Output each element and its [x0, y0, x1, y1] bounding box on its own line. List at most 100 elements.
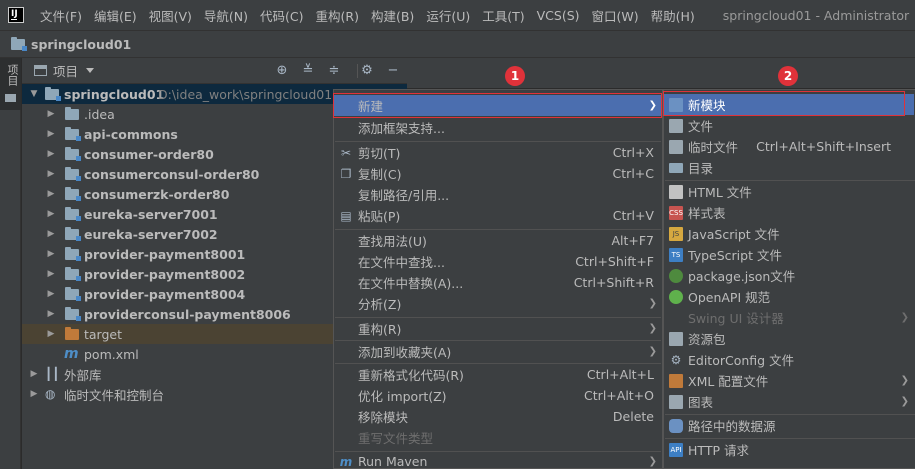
chevron-down-icon[interactable]: ▼ [29, 89, 39, 99]
menu-item-xml-config[interactable]: XML 配置文件 ❯ [664, 370, 914, 391]
tree-label: provider-payment8001 [84, 246, 246, 262]
module-folder-icon [65, 166, 81, 181]
chevron-right-icon[interactable]: ▶ [29, 389, 39, 399]
menu-item-cut[interactable]: ✂ 剪切(T) Ctrl+X [334, 142, 662, 163]
chevron-right-icon[interactable]: ▶ [46, 189, 56, 199]
locate-icon[interactable]: ⊕ [274, 63, 290, 79]
chevron-right-icon[interactable]: ▶ [46, 149, 56, 159]
chevron-right-icon[interactable]: ▶ [46, 129, 56, 139]
menu-item-replace-in-files[interactable]: 在文件中替换(A)... Ctrl+Shift+R [334, 272, 662, 293]
context-menu: 新建 ❯ 添加框架支持... ✂ 剪切(T) Ctrl+X ❐ 复制(C) Ct… [333, 89, 663, 469]
chevron-right-icon[interactable]: ▶ [46, 249, 56, 259]
menu-window[interactable]: 窗口(W) [586, 6, 645, 25]
editor-header [407, 58, 915, 88]
gear-icon: ⚙ [670, 352, 682, 367]
menu-navigate[interactable]: 导航(N) [198, 6, 254, 25]
project-panel-header: 项目 ⊕ ≚ ≑ ⚙ − [22, 58, 407, 84]
menu-item-add-to-favorites[interactable]: 添加到收藏夹(A) ❯ [334, 341, 662, 362]
menu-item-add-framework[interactable]: 添加框架支持... [334, 117, 662, 138]
menu-item-typescript-file[interactable]: TS TypeScript 文件 [664, 244, 914, 265]
tree-label: 临时文件和控制台 [64, 387, 165, 403]
menu-item-analyze[interactable]: 分析(Z) ❯ [334, 293, 662, 314]
menu-build[interactable]: 构建(B) [365, 6, 420, 25]
menu-shortcut: Ctrl+C [612, 166, 654, 181]
menu-item-diagram[interactable]: 图表 ❯ [664, 391, 914, 412]
chevron-right-icon[interactable]: ▶ [46, 289, 56, 299]
expand-all-icon[interactable]: ≚ [300, 63, 316, 79]
menu-item-stylesheet[interactable]: CSS 样式表 [664, 202, 914, 223]
menu-item-reformat-code[interactable]: 重新格式化代码(R) Ctrl+Alt+L [334, 364, 662, 385]
menu-item-file[interactable]: 文件 [664, 115, 914, 136]
chevron-down-icon[interactable] [86, 68, 95, 73]
menu-help[interactable]: 帮助(H) [645, 6, 701, 25]
menu-item-label: package.json文件 [688, 269, 796, 284]
menu-item-override-file-type: 重写文件类型 [334, 427, 662, 448]
menu-item-copy[interactable]: ❐ 复制(C) Ctrl+C [334, 163, 662, 184]
chevron-right-icon: ❯ [900, 375, 909, 386]
chevron-right-icon[interactable]: ▶ [29, 369, 39, 379]
collapse-all-icon[interactable]: ≑ [326, 63, 342, 79]
project-tool-tab[interactable]: 项目 [0, 58, 21, 110]
module-folder-icon [11, 36, 27, 51]
menu-edit[interactable]: 编辑(E) [88, 6, 143, 25]
menu-item-find-in-files[interactable]: 在文件中查找... Ctrl+Shift+F [334, 251, 662, 272]
menu-item-label: XML 配置文件 [688, 374, 769, 389]
menu-item-resource-bundle[interactable]: 资源包 [664, 328, 914, 349]
menu-item-data-source[interactable]: 路径中的数据源 [664, 415, 914, 436]
breadcrumb-project[interactable]: springcloud01 [31, 37, 131, 52]
menu-code[interactable]: 代码(C) [254, 6, 309, 25]
panel-title[interactable]: 项目 [53, 61, 78, 80]
menu-tools[interactable]: 工具(T) [476, 6, 530, 25]
menu-item-label: EditorConfig 文件 [688, 353, 795, 368]
menu-item-optimize-imports[interactable]: 优化 import(Z) Ctrl+Alt+O [334, 385, 662, 406]
menu-item-openapi[interactable]: OpenAPI 规范 [664, 286, 914, 307]
menu-item-copy-path[interactable]: 复制路径/引用... [334, 184, 662, 205]
chevron-right-icon: ❯ [648, 456, 657, 467]
menu-refactor[interactable]: 重构(R) [310, 6, 365, 25]
chevron-right-icon[interactable]: ▶ [46, 209, 56, 219]
chevron-right-icon[interactable]: ▶ [46, 269, 56, 279]
menu-item-label: HTML 文件 [688, 185, 752, 200]
tree-label: providerconsul-payment8006 [84, 306, 291, 322]
menu-item-label: Run Maven [358, 454, 428, 469]
menu-item-label: 分析(Z) [358, 297, 402, 312]
chevron-right-icon[interactable]: ▶ [46, 229, 56, 239]
menu-shortcut: Alt+F7 [611, 233, 654, 248]
menu-item-paste[interactable]: ▤ 粘贴(P) Ctrl+V [334, 205, 662, 226]
module-folder-icon [65, 186, 81, 201]
menu-view[interactable]: 视图(V) [143, 6, 198, 25]
menu-item-package-json[interactable]: package.json文件 [664, 265, 914, 286]
gear-icon[interactable]: ⚙ [359, 63, 375, 79]
chevron-right-icon[interactable]: ▶ [46, 329, 56, 339]
menu-item-http-request[interactable]: API HTTP 请求 [664, 439, 914, 460]
minimize-icon[interactable]: − [385, 63, 401, 79]
tree-label: consumerconsul-order80 [84, 166, 260, 182]
menu-item-editorconfig[interactable]: ⚙ EditorConfig 文件 [664, 349, 914, 370]
menu-item-directory[interactable]: 目录 [664, 157, 914, 178]
chevron-right-icon: ❯ [648, 323, 657, 334]
tree-label: api-commons [84, 126, 178, 142]
menu-shortcut: Ctrl+Alt+Shift+Insert [756, 139, 891, 154]
project-tool-label: 项目 [6, 64, 19, 86]
menu-item-remove-module[interactable]: 移除模块 Delete [334, 406, 662, 427]
menu-item-run-maven[interactable]: m Run Maven ❯ [334, 451, 662, 469]
menu-item-refactor[interactable]: 重构(R) ❯ [334, 318, 662, 339]
menu-shortcut: Ctrl+Shift+R [573, 275, 654, 290]
menu-shortcut: Delete [612, 409, 654, 424]
maven-run-icon: m [339, 454, 353, 469]
menu-item-swing-ui: Swing UI 设计器 ❯ [664, 307, 914, 328]
menu-vcs[interactable]: VCS(S) [531, 8, 586, 23]
menu-item-find-usages[interactable]: 查找用法(U) Alt+F7 [334, 230, 662, 251]
chevron-right-icon[interactable]: ▶ [46, 109, 56, 119]
menu-item-javascript-file[interactable]: JS JavaScript 文件 [664, 223, 914, 244]
menu-shortcut: Ctrl+X [612, 145, 654, 160]
chevron-right-icon[interactable]: ▶ [46, 169, 56, 179]
chevron-right-icon: ❯ [900, 396, 909, 407]
menu-item-label: 文件 [688, 119, 714, 134]
menu-item-scratch-file[interactable]: 临时文件 Ctrl+Alt+Shift+Insert [664, 136, 914, 157]
menu-run[interactable]: 运行(U) [420, 6, 476, 25]
menu-item-label: 重写文件类型 [358, 431, 434, 446]
chevron-right-icon[interactable]: ▶ [46, 309, 56, 319]
menu-item-html-file[interactable]: HTML 文件 [664, 181, 914, 202]
menu-file[interactable]: 文件(F) [34, 6, 88, 25]
